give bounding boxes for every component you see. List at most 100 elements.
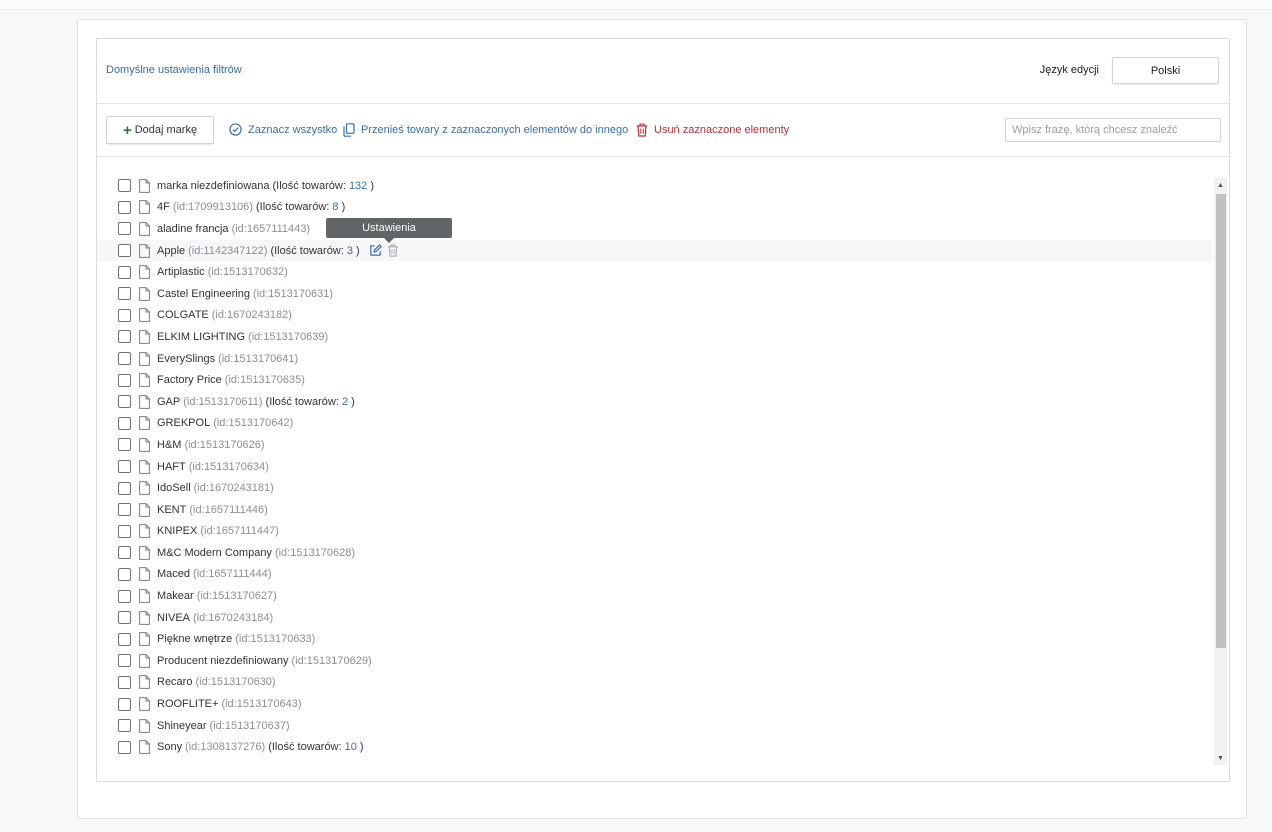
row-checkbox[interactable] [118,697,131,711]
brand-name[interactable]: Producent niezdefiniowany [157,655,288,667]
select-all-link[interactable]: Zaznacz wszystko [229,123,337,136]
row-checkbox[interactable] [118,330,131,344]
brand-name[interactable]: NIVEA [157,612,190,624]
row-checkbox[interactable] [118,460,131,474]
list-item[interactable]: 4F (id:1709913106) (Ilość towarów: 8 ) [97,197,1212,219]
row-checkbox[interactable] [118,352,131,366]
brand-name[interactable]: M&C Modern Company [157,547,272,559]
brand-name[interactable]: Sony [157,741,182,753]
list-item[interactable]: Artiplastic (id:1513170632) [97,261,1212,283]
row-checkbox[interactable] [118,287,131,301]
list-item[interactable]: Makear (id:1513170627) [97,585,1212,607]
list-item[interactable]: COLGATE (id:1670243182) [97,305,1212,327]
row-checkbox[interactable] [118,373,131,387]
brand-name[interactable]: ROOFLITE+ [157,698,218,710]
scroll-down-arrow[interactable]: ▼ [1214,751,1227,765]
brand-name[interactable]: marka niezdefiniowana [157,180,270,192]
row-checkbox[interactable] [118,438,131,452]
brand-name[interactable]: KNIPEX [157,525,197,537]
document-icon [139,524,150,539]
row-checkbox[interactable] [118,222,131,236]
list-item[interactable]: H&M (id:1513170626) [97,434,1212,456]
list-item[interactable]: Piękne wnętrze (id:1513170633) [97,628,1212,650]
list-item[interactable]: GREKPOL (id:1513170642) [97,413,1212,435]
row-checkbox[interactable] [118,308,131,322]
list-item[interactable]: Maced (id:1657111444) [97,564,1212,586]
row-checkbox[interactable] [118,524,131,538]
list-item[interactable]: KENT (id:1657111446) [97,499,1212,521]
brand-name[interactable]: Recaro [157,676,192,688]
brand-name[interactable]: aladine francja [157,223,229,235]
row-checkbox[interactable] [118,567,131,581]
list-item[interactable]: GAP (id:1513170611) (Ilość towarów: 2 ) [97,391,1212,413]
document-icon [139,178,150,193]
scroll-thumb[interactable] [1216,194,1226,648]
list-item[interactable]: NIVEA (id:1670243184) [97,607,1212,629]
list-item[interactable]: EverySlings (id:1513170641) [97,348,1212,370]
scrollbar[interactable]: ▲ ▼ [1214,178,1227,765]
edit-icon[interactable] [369,244,382,257]
product-count-suffix: ) [348,395,355,408]
page-title: Domyślne ustawienia filtrów [106,64,242,76]
list-item[interactable]: Sony (id:1308137276) (Ilość towarów: 10 ) [97,736,1212,758]
add-brand-button[interactable]: + Dodaj markę [106,116,214,144]
brand-name[interactable]: GAP [157,396,180,408]
brand-name[interactable]: H&M [157,439,181,451]
list-item[interactable]: Castel Engineering (id:1513170631) [97,283,1212,305]
list-item[interactable]: Shineyear (id:1513170637) [97,715,1212,737]
row-checkbox[interactable] [118,179,131,193]
list-item[interactable]: marka niezdefiniowana (Ilość towarów: 132… [97,175,1212,197]
brand-name[interactable]: IdoSell [157,482,191,494]
list-item[interactable]: Apple (id:1142347122) (Ilość towarów: 3 ) [97,239,1212,262]
brand-name[interactable]: Factory Price [157,374,222,386]
list-item[interactable]: Factory Price (id:1513170635) [97,369,1212,391]
brand-name[interactable]: Piękne wnętrze [157,633,232,645]
brand-name[interactable]: ELKIM LIGHTING [157,331,245,343]
list-item[interactable]: ELKIM LIGHTING (id:1513170639) [97,326,1212,348]
row-checkbox[interactable] [118,481,131,495]
row-checkbox[interactable] [118,654,131,668]
brand-name[interactable]: Maced [157,568,190,580]
language-button[interactable]: Polski [1112,57,1219,84]
brand-name[interactable]: Shineyear [157,720,207,732]
brand-name[interactable]: Makear [157,590,194,602]
row-checkbox[interactable] [118,611,131,625]
list-item[interactable]: IdoSell (id:1670243181) [97,477,1212,499]
row-checkbox[interactable] [118,395,131,409]
row-checkbox[interactable] [118,632,131,646]
brand-name[interactable]: GREKPOL [157,417,210,429]
list-item[interactable]: Producent niezdefiniowany (id:1513170629) [97,650,1212,672]
delete-selected-link[interactable]: Usuń zaznaczone elementy [636,123,789,137]
brand-name[interactable]: KENT [157,504,186,516]
brand-name[interactable]: 4F [157,201,170,213]
row-checkbox[interactable] [118,200,131,214]
search-input[interactable] [1005,118,1221,142]
product-count-suffix: ) [353,244,360,257]
list-item[interactable]: HAFT (id:1513170634) [97,456,1212,478]
row-checkbox[interactable] [118,265,131,279]
brand-name[interactable]: Castel Engineering [157,288,250,300]
delete-icon[interactable] [387,244,399,257]
move-products-link[interactable]: Przenieś towary z zaznaczonych elementów… [343,123,628,137]
row-checkbox[interactable] [118,740,131,754]
brand-name[interactable]: COLGATE [157,309,209,321]
list-item[interactable]: ROOFLITE+ (id:1513170643) [97,693,1212,715]
list-item[interactable]: Recaro (id:1513170630) [97,672,1212,694]
row-checkbox[interactable] [118,503,131,517]
document-icon [139,481,150,496]
brand-id: (id:1513170643) [221,698,302,711]
list-item[interactable]: M&C Modern Company (id:1513170628) [97,542,1212,564]
list-item[interactable]: KNIPEX (id:1657111447) [97,521,1212,543]
row-checkbox[interactable] [118,675,131,689]
row-checkbox[interactable] [118,546,131,560]
brand-name[interactable]: Artiplastic [157,266,205,278]
scroll-up-arrow[interactable]: ▲ [1214,178,1227,192]
row-checkbox[interactable] [118,416,131,430]
brand-name[interactable]: HAFT [157,461,186,473]
row-checkbox[interactable] [118,244,131,258]
list-item[interactable]: aladine francja (id:1657111443) [97,218,1212,240]
row-checkbox[interactable] [118,719,131,733]
brand-name[interactable]: Apple [157,245,185,257]
brand-name[interactable]: EverySlings [157,353,215,365]
row-checkbox[interactable] [118,589,131,603]
